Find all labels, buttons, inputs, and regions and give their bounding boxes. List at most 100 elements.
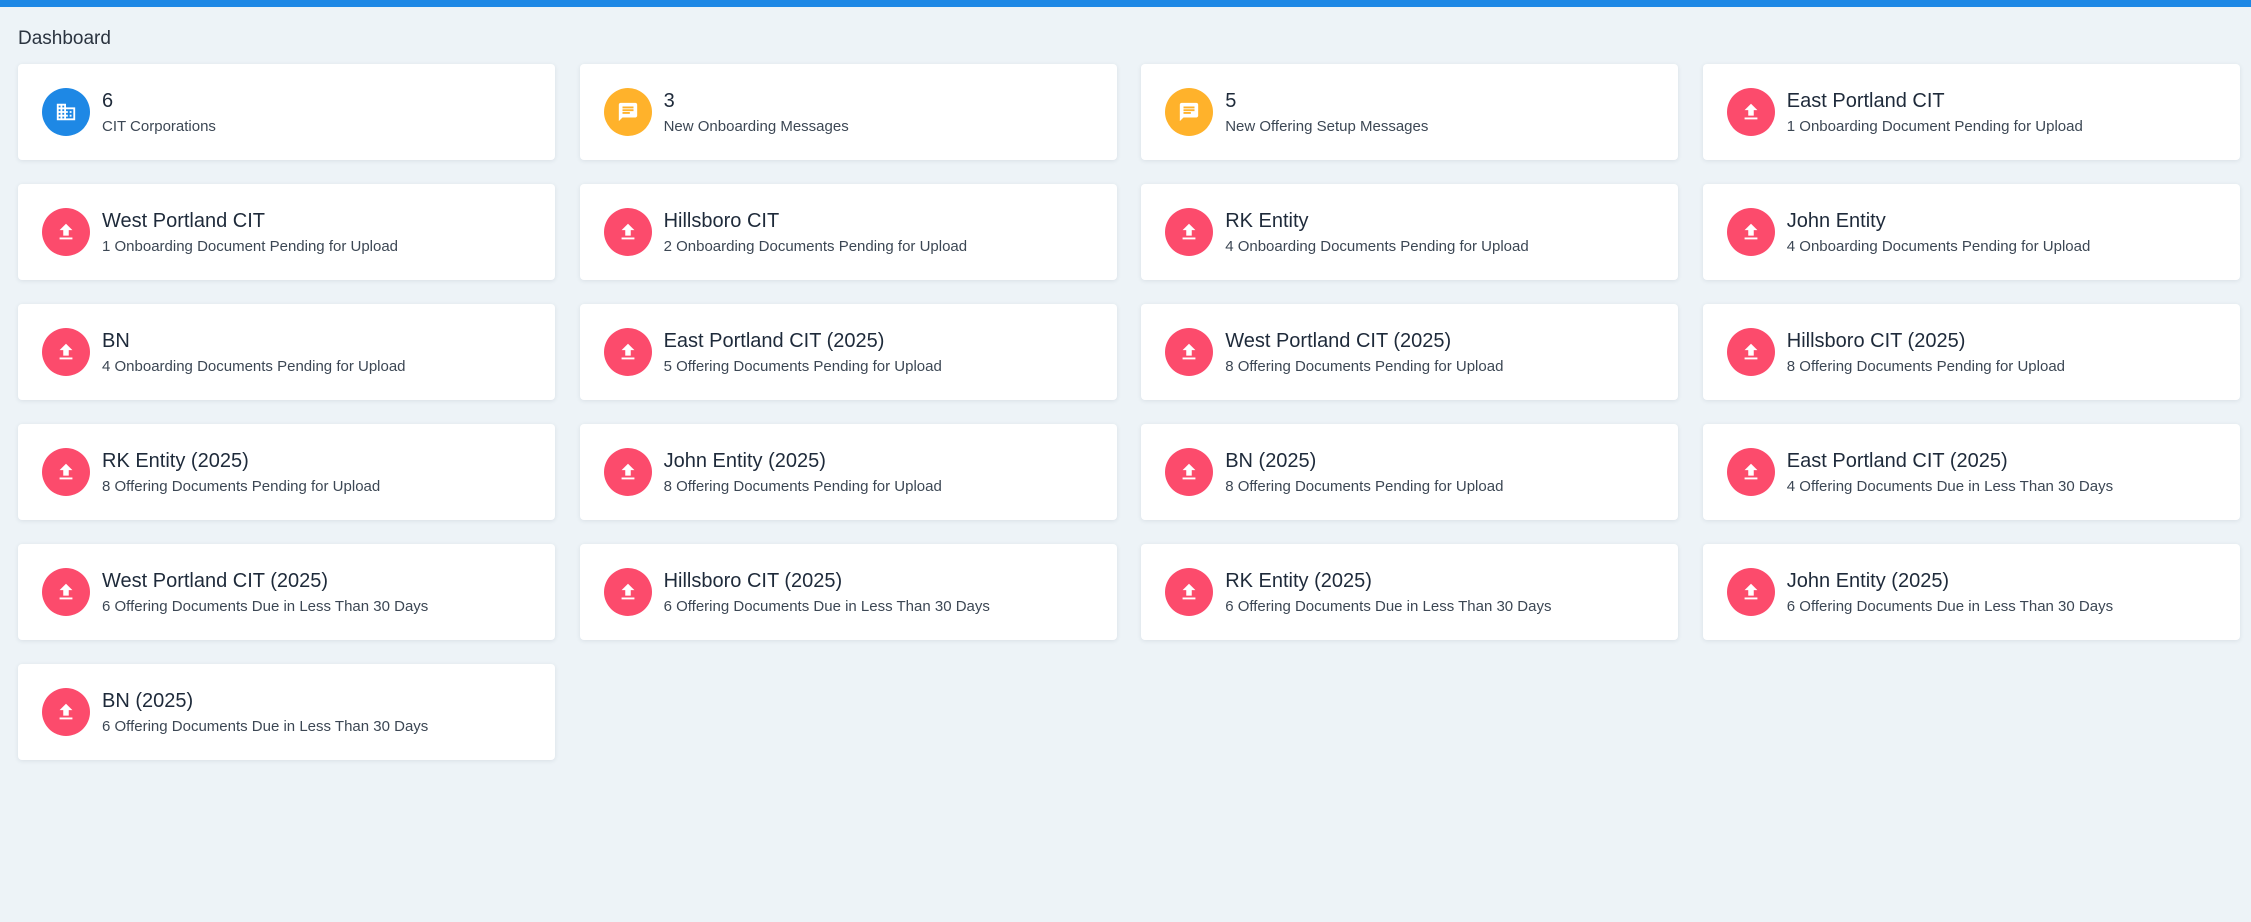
icon-badge	[603, 88, 652, 136]
card-text: East Portland CIT 1 Onboarding Document …	[1787, 89, 2083, 136]
icon-badge	[42, 448, 90, 496]
card-subtitle: 4 Onboarding Documents Pending for Uploa…	[1786, 237, 2091, 255]
dashboard-card[interactable]: West Portland CIT (2025) 8 Offering Docu…	[1141, 304, 1679, 400]
upload-icon	[59, 343, 73, 360]
dashboard-card[interactable]: RK Entity (2025) 8 Offering Documents Pe…	[18, 424, 555, 520]
card-title: Hillsboro CIT (2025)	[1786, 329, 1966, 352]
card-title: West Portland CIT	[102, 209, 266, 232]
top-bar	[0, 0, 2251, 7]
card-subtitle: CIT Corporations	[102, 117, 216, 135]
icon-badge	[1165, 208, 1214, 256]
upload-icon	[1182, 583, 1196, 600]
icon-badge	[1726, 568, 1775, 616]
card-text: 6 CIT Corporations	[102, 89, 216, 136]
icon-badge	[1165, 568, 1214, 616]
card-title: BN	[102, 329, 130, 352]
card-subtitle: 1 Onboarding Document Pending for Upload	[102, 237, 399, 255]
card-subtitle: 8 Offering Documents Pending for Upload	[1225, 477, 1504, 495]
card-subtitle: 6 Offering Documents Due in Less Than 30…	[1225, 597, 1552, 615]
card-subtitle: 6 Offering Documents Due in Less Than 30…	[102, 717, 429, 735]
card-text: 3 New Onboarding Messages	[664, 89, 849, 136]
card-subtitle: New Offering Setup Messages	[1225, 117, 1429, 135]
icon-badge	[1165, 448, 1214, 496]
dashboard-card[interactable]: BN (2025) 8 Offering Documents Pending f…	[1141, 424, 1679, 520]
upload-icon	[1744, 583, 1758, 600]
icon-badge	[42, 328, 90, 376]
card-subtitle: 4 Offering Documents Due in Less Than 30…	[1786, 477, 2114, 495]
dashboard-card[interactable]: Hillsboro CIT (2025) 8 Offering Document…	[1702, 304, 2240, 400]
card-text: RK Entity 4 Onboarding Documents Pending…	[1225, 209, 1529, 256]
dashboard-card[interactable]: RK Entity (2025) 6 Offering Documents Du…	[1141, 544, 1679, 640]
dashboard-card[interactable]: 5 New Offering Setup Messages	[1141, 64, 1679, 160]
upload-icon	[621, 223, 635, 240]
card-title: BN (2025)	[1225, 449, 1317, 472]
card-subtitle: 8 Offering Documents Pending for Upload	[102, 477, 381, 495]
upload-icon	[621, 463, 635, 480]
card-title: 3	[663, 89, 675, 112]
dashboard-card[interactable]: East Portland CIT (2025) 4 Offering Docu…	[1702, 424, 2240, 520]
upload-icon	[1744, 463, 1758, 480]
card-text: RK Entity (2025) 8 Offering Documents Pe…	[102, 449, 380, 496]
upload-icon	[59, 223, 73, 240]
icon-badge	[1165, 88, 1214, 136]
dashboard-card[interactable]: West Portland CIT 1 Onboarding Document …	[18, 184, 555, 280]
card-title: East Portland CIT (2025)	[663, 329, 885, 352]
dashboard-card[interactable]: Hillsboro CIT 2 Onboarding Documents Pen…	[579, 184, 1117, 280]
card-text: BN (2025) 8 Offering Documents Pending f…	[1225, 449, 1503, 496]
upload-icon	[1182, 463, 1196, 480]
card-subtitle: 2 Onboarding Documents Pending for Uploa…	[663, 237, 968, 255]
card-title: West Portland CIT (2025)	[1225, 329, 1452, 352]
card-subtitle: 4 Onboarding Documents Pending for Uploa…	[1225, 237, 1529, 255]
upload-icon	[59, 703, 73, 720]
card-title: West Portland CIT (2025)	[102, 569, 329, 592]
upload-icon	[1744, 223, 1758, 240]
card-title: East Portland CIT (2025)	[1786, 449, 2008, 472]
icon-badge	[1165, 328, 1214, 376]
dashboard-card[interactable]: 6 CIT Corporations	[18, 64, 555, 160]
card-title: 5	[1225, 89, 1237, 112]
upload-icon	[59, 463, 73, 480]
upload-icon	[1744, 103, 1758, 120]
dashboard-card[interactable]: 3 New Onboarding Messages	[579, 64, 1117, 160]
card-text: John Entity 4 Onboarding Documents Pendi…	[1787, 209, 2091, 256]
upload-icon	[59, 583, 73, 600]
dashboard-card[interactable]: BN (2025) 6 Offering Documents Due in Le…	[18, 664, 555, 760]
card-title: John Entity	[1786, 209, 1886, 232]
card-text: John Entity (2025) 8 Offering Documents …	[664, 449, 942, 496]
message-icon	[618, 102, 637, 122]
dashboard-card[interactable]: John Entity (2025) 8 Offering Documents …	[579, 424, 1117, 520]
dashboard-card[interactable]: RK Entity 4 Onboarding Documents Pending…	[1141, 184, 1679, 280]
dashboard-card[interactable]: Hillsboro CIT (2025) 6 Offering Document…	[579, 544, 1117, 640]
icon-badge	[603, 448, 652, 496]
card-text: West Portland CIT 1 Onboarding Document …	[102, 209, 398, 256]
card-text: Hillsboro CIT (2025) 6 Offering Document…	[664, 569, 990, 616]
card-title: John Entity (2025)	[1786, 569, 1950, 592]
card-subtitle: 4 Onboarding Documents Pending for Uploa…	[102, 357, 406, 375]
upload-icon	[621, 583, 635, 600]
dashboard-card[interactable]: John Entity 4 Onboarding Documents Pendi…	[1702, 184, 2240, 280]
icon-badge	[603, 208, 652, 256]
card-text: East Portland CIT (2025) 4 Offering Docu…	[1787, 449, 2113, 496]
dashboard-card[interactable]: BN 4 Onboarding Documents Pending for Up…	[18, 304, 555, 400]
icon-badge	[1726, 328, 1775, 376]
card-text: East Portland CIT (2025) 5 Offering Docu…	[664, 329, 942, 376]
card-subtitle: 8 Offering Documents Pending for Upload	[1225, 357, 1504, 375]
dashboard-card[interactable]: East Portland CIT (2025) 5 Offering Docu…	[579, 304, 1117, 400]
card-text: West Portland CIT (2025) 8 Offering Docu…	[1225, 329, 1503, 376]
dashboard-card[interactable]: John Entity (2025) 6 Offering Documents …	[1702, 544, 2240, 640]
card-title: John Entity (2025)	[663, 449, 826, 472]
card-title: RK Entity	[1225, 209, 1309, 232]
icon-badge	[42, 688, 90, 736]
card-title: BN (2025)	[102, 689, 194, 712]
card-subtitle: 8 Offering Documents Pending for Upload	[1786, 357, 2065, 375]
card-text: West Portland CIT (2025) 6 Offering Docu…	[102, 569, 428, 616]
icon-badge	[603, 568, 652, 616]
icon-badge	[1726, 448, 1775, 496]
dashboard-card[interactable]: West Portland CIT (2025) 6 Offering Docu…	[18, 544, 555, 640]
card-text: BN 4 Onboarding Documents Pending for Up…	[102, 329, 406, 376]
upload-icon	[1744, 343, 1758, 360]
card-text: Hillsboro CIT (2025) 8 Offering Document…	[1787, 329, 2065, 376]
icon-badge	[42, 208, 90, 256]
card-text: BN (2025) 6 Offering Documents Due in Le…	[102, 689, 428, 736]
dashboard-card[interactable]: East Portland CIT 1 Onboarding Document …	[1702, 64, 2240, 160]
